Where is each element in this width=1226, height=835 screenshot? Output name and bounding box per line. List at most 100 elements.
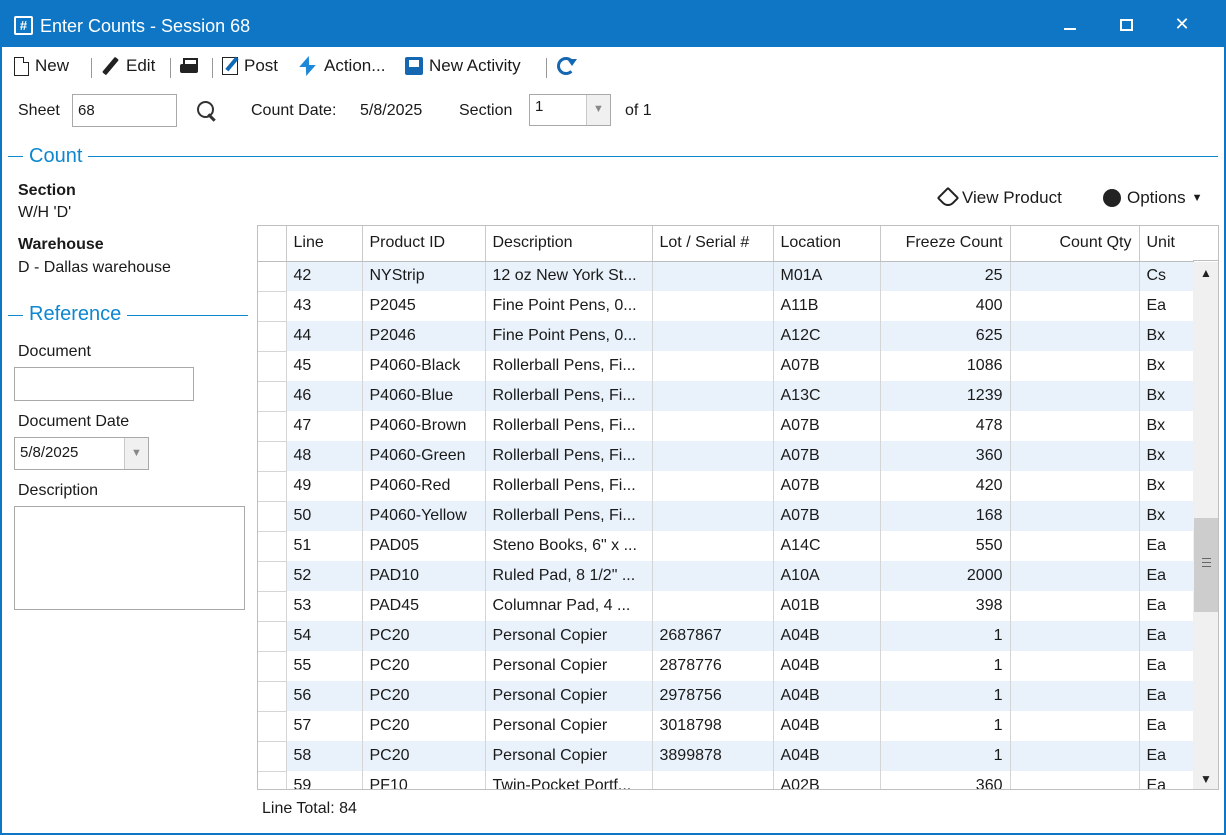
print-button[interactable] [179, 54, 199, 78]
table-cell[interactable] [1010, 321, 1140, 351]
table-cell[interactable] [1010, 351, 1140, 381]
table-row[interactable]: 48 P4060-Green Rollerball Pens, Fi... A07B 3… [258, 441, 1194, 472]
column-header[interactable]: Unit [1139, 226, 1194, 262]
sheet-label: Sheet [18, 102, 60, 119]
table-row[interactable]: 55 PC20 Personal Copier 2878776 A04B 1 Ea [258, 651, 1194, 682]
table-cell[interactable] [1010, 471, 1140, 501]
table-cell[interactable] [1010, 711, 1140, 741]
row-selector[interactable] [258, 261, 287, 292]
table-row[interactable]: 52 PAD10 Ruled Pad, 8 1/2" ... A10A 2000 Ea [258, 561, 1194, 592]
close-button[interactable]: ✕ [1154, 6, 1210, 42]
document-date-picker[interactable]: 5/8/2025 ▼ [14, 437, 149, 470]
row-selector[interactable] [258, 411, 287, 442]
toolbar-separator [170, 58, 171, 78]
refresh-button[interactable] [557, 54, 577, 78]
table-cell: A11B [773, 291, 881, 321]
action-button[interactable]: Action... [298, 54, 385, 78]
row-selector[interactable] [258, 621, 287, 652]
table-row[interactable]: 56 PC20 Personal Copier 2978756 A04B 1 Ea [258, 681, 1194, 712]
column-header[interactable]: Description [485, 226, 653, 262]
table-row[interactable]: 49 P4060-Red Rollerball Pens, Fi... A07B 420… [258, 471, 1194, 502]
table-cell [652, 591, 774, 621]
row-selector[interactable] [258, 771, 287, 789]
column-header[interactable]: Count Qty [1010, 226, 1140, 262]
new-activity-button[interactable]: New Activity [405, 54, 521, 78]
section-select[interactable]: 1 ▼ [529, 94, 611, 126]
row-selector[interactable] [258, 561, 287, 592]
row-selector[interactable] [258, 681, 287, 712]
document-input[interactable] [14, 367, 194, 401]
scrollbar-thumb[interactable] [1194, 518, 1218, 612]
table-row[interactable]: 53 PAD45 Columnar Pad, 4 ... A01B 398 Ea [258, 591, 1194, 622]
column-header[interactable]: Line [286, 226, 363, 262]
view-product-button[interactable]: View Product [936, 186, 1062, 210]
table-cell[interactable] [1010, 531, 1140, 561]
table-cell: 59 [286, 771, 363, 789]
row-selector[interactable] [258, 531, 287, 562]
table-cell: 1 [880, 681, 1011, 711]
table-cell: 53 [286, 591, 363, 621]
table-row[interactable]: 54 PC20 Personal Copier 2687867 A04B 1 Ea [258, 621, 1194, 652]
enter-counts-window: # Enter Counts - Session 68 ✕ New Edit P… [0, 0, 1226, 835]
minimize-button[interactable] [1042, 6, 1098, 42]
edit-button[interactable]: Edit [100, 54, 155, 78]
new-button[interactable]: New [14, 54, 69, 78]
row-selector-header[interactable] [258, 226, 287, 262]
table-row[interactable]: 50 P4060-Yellow Rollerball Pens, Fi... A07B… [258, 501, 1194, 532]
title-bar[interactable]: # Enter Counts - Session 68 ✕ [2, 2, 1224, 47]
description-textarea[interactable] [14, 506, 245, 610]
post-button[interactable]: Post [222, 54, 278, 78]
table-cell[interactable] [1010, 411, 1140, 441]
vertical-scrollbar[interactable]: ▲ ▼ [1193, 262, 1218, 789]
table-row[interactable]: 44 P2046 Fine Point Pens, 0... A12C 625 Bx [258, 321, 1194, 352]
chevron-down-icon[interactable]: ▼ [124, 438, 148, 469]
scroll-down-icon[interactable]: ▼ [1193, 768, 1218, 789]
table-cell[interactable] [1010, 621, 1140, 651]
row-selector[interactable] [258, 711, 287, 742]
table-row[interactable]: 58 PC20 Personal Copier 3899878 A04B 1 Ea [258, 741, 1194, 772]
table-row[interactable]: 59 PF10 Twin-Pocket Portf... A02B 360 Ea [258, 771, 1194, 789]
chevron-down-icon[interactable]: ▼ [586, 95, 610, 125]
sheet-input[interactable] [72, 94, 177, 127]
table-row[interactable]: 46 P4060-Blue Rollerball Pens, Fi... A13C 12… [258, 381, 1194, 412]
table-cell[interactable] [1010, 771, 1140, 789]
table-row[interactable]: 45 P4060-Black Rollerball Pens, Fi... A07B 1… [258, 351, 1194, 382]
row-selector[interactable] [258, 741, 287, 772]
table-row[interactable]: 47 P4060-Brown Rollerball Pens, Fi... A07B 4… [258, 411, 1194, 442]
row-selector[interactable] [258, 441, 287, 472]
table-cell[interactable] [1010, 441, 1140, 471]
table-cell[interactable] [1010, 381, 1140, 411]
scroll-up-icon[interactable]: ▲ [1193, 262, 1218, 284]
row-selector[interactable] [258, 501, 287, 532]
table-cell: Ea [1139, 741, 1194, 771]
table-cell: A07B [773, 351, 881, 381]
edit-label: Edit [126, 56, 156, 75]
table-cell[interactable] [1010, 651, 1140, 681]
search-icon[interactable] [196, 100, 218, 122]
column-header[interactable]: Location [773, 226, 881, 262]
maximize-button[interactable] [1098, 6, 1154, 42]
column-header[interactable]: Freeze Count [880, 226, 1011, 262]
row-selector[interactable] [258, 381, 287, 412]
table-cell[interactable] [1010, 741, 1140, 771]
table-cell[interactable] [1010, 681, 1140, 711]
table-cell[interactable] [1010, 291, 1140, 321]
table-row[interactable]: 42 NYStrip 12 oz New York St... M01A 25 Cs [258, 261, 1194, 292]
table-row[interactable]: 51 PAD05 Steno Books, 6" x ... A14C 550 Ea [258, 531, 1194, 562]
row-selector[interactable] [258, 351, 287, 382]
table-cell[interactable] [1010, 261, 1140, 291]
row-selector[interactable] [258, 321, 287, 352]
row-selector[interactable] [258, 591, 287, 622]
options-button[interactable]: Options ▼ [1103, 188, 1202, 208]
row-selector[interactable] [258, 651, 287, 682]
table-cell[interactable] [1010, 561, 1140, 591]
column-header[interactable]: Product ID [362, 226, 486, 262]
table-cell[interactable] [1010, 591, 1140, 621]
row-selector[interactable] [258, 291, 287, 322]
row-selector[interactable] [258, 471, 287, 502]
table-cell[interactable] [1010, 501, 1140, 531]
table-cell: NYStrip [362, 261, 486, 291]
column-header[interactable]: Lot / Serial # [652, 226, 774, 262]
table-row[interactable]: 43 P2045 Fine Point Pens, 0... A11B 400 Ea [258, 291, 1194, 322]
table-row[interactable]: 57 PC20 Personal Copier 3018798 A04B 1 Ea [258, 711, 1194, 742]
